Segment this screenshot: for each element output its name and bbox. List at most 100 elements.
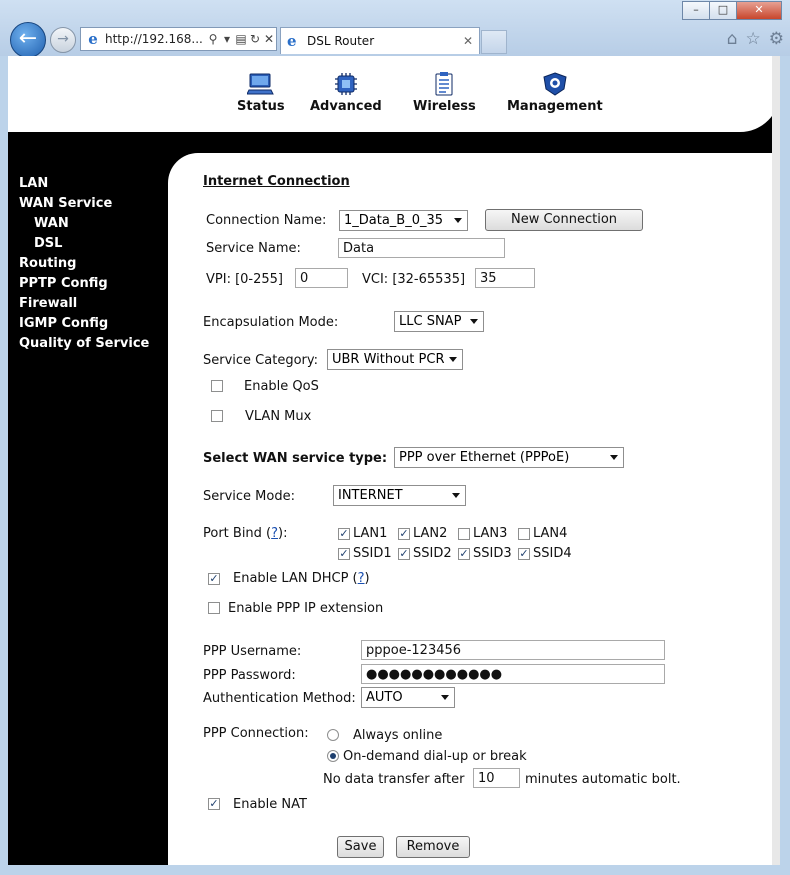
port-ssid1-checkbox[interactable]: ✓ — [338, 548, 350, 560]
vpi-input[interactable] — [295, 268, 348, 288]
close-tab-icon[interactable]: ✕ — [463, 34, 479, 48]
address-url[interactable]: http://192.168... — [105, 32, 206, 46]
port-lan1-label: LAN1 — [353, 526, 388, 541]
vlan-mux-label: VLAN Mux — [245, 409, 312, 424]
save-button[interactable]: Save — [337, 836, 384, 858]
auth-method-value: AUTO — [366, 690, 403, 705]
connection-name-select[interactable]: 1_Data_B_0_35 — [339, 210, 468, 231]
sidebar-item-pptp-config[interactable]: PPTP Config — [19, 276, 108, 291]
auth-method-select[interactable]: AUTO — [361, 687, 455, 708]
chevron-down-icon — [454, 218, 462, 223]
ppp-username-input[interactable] — [361, 640, 665, 660]
port-lan3-label: LAN3 — [473, 526, 508, 541]
toolbar-icons: ⌂ ☆ ⚙ — [727, 29, 784, 49]
browser-tab[interactable]: e DSL Router ✕ — [280, 27, 480, 54]
enable-lan-dhcp-text: Enable LAN DHCP ( — [233, 571, 358, 586]
lan-dhcp-help-link[interactable]: ? — [358, 571, 365, 586]
service-mode-value: INTERNET — [338, 488, 403, 503]
favorites-star-icon[interactable]: ☆ — [746, 29, 761, 49]
maximize-button[interactable]: □ — [709, 1, 737, 20]
refresh-icon[interactable]: ↻ — [248, 32, 262, 46]
page-title: Internet Connection — [203, 174, 350, 189]
sidebar-item-lan[interactable]: LAN — [19, 176, 48, 191]
ppp-password-input[interactable] — [361, 664, 665, 684]
vci-input[interactable] — [475, 268, 535, 288]
port-lan2-checkbox[interactable]: ✓ — [398, 528, 410, 540]
sidebar-item-routing[interactable]: Routing — [19, 256, 76, 271]
sidebar-item-firewall[interactable]: Firewall — [19, 296, 77, 311]
enable-qos-label: Enable QoS — [244, 379, 319, 394]
vlan-mux-checkbox[interactable] — [211, 410, 223, 422]
auth-method-label: Authentication Method: — [203, 691, 356, 706]
dropdown-icon[interactable]: ▾ — [220, 32, 234, 46]
new-tab-button[interactable] — [481, 30, 507, 54]
sidebar-item-dsl[interactable]: DSL — [34, 236, 62, 251]
service-mode-select[interactable]: INTERNET — [333, 485, 466, 506]
port-lan1-checkbox[interactable]: ✓ — [338, 528, 350, 540]
enable-ppp-ip-extension-checkbox[interactable] — [208, 602, 220, 614]
vci-label: VCI: [32-65535] — [362, 272, 466, 287]
chevron-down-icon — [449, 357, 457, 362]
encapsulation-value: LLC SNAP — [399, 314, 462, 329]
ie-icon: e — [88, 30, 98, 48]
chevron-down-icon — [610, 455, 618, 460]
sidebar-item-igmp-config[interactable]: IGMP Config — [19, 316, 108, 331]
port-bind-help-link[interactable]: ? — [271, 526, 278, 541]
port-ssid2-checkbox[interactable]: ✓ — [398, 548, 410, 560]
nav-status[interactable]: Status — [237, 72, 285, 114]
enable-nat-checkbox[interactable]: ✓ — [208, 798, 220, 810]
browser-chrome: – □ ✕ ← → e http://192.168... ⚲ ▾ ▤ ↻ ✕ … — [0, 0, 790, 58]
close-window-button[interactable]: ✕ — [736, 1, 782, 20]
sidebar-item-qos[interactable]: Quality of Service — [19, 336, 149, 351]
service-name-label: Service Name: — [206, 241, 301, 256]
forward-button[interactable]: → — [50, 27, 76, 53]
ie-icon: e — [287, 32, 297, 50]
service-category-label: Service Category: — [203, 353, 318, 368]
enable-nat-label: Enable NAT — [233, 797, 307, 812]
nav-wireless[interactable]: Wireless — [413, 72, 476, 114]
compat-view-icon[interactable]: ▤ — [234, 32, 248, 46]
search-icon[interactable]: ⚲ — [206, 32, 220, 46]
gear-icon[interactable]: ⚙ — [769, 29, 784, 49]
wan-service-type-select[interactable]: PPP over Ethernet (PPPoE) — [394, 447, 624, 468]
enable-lan-dhcp-checkbox[interactable]: ✓ — [208, 573, 220, 585]
port-lan2-label: LAN2 — [413, 526, 448, 541]
port-bind-label: Port Bind (?): — [203, 526, 288, 541]
home-icon[interactable]: ⌂ — [727, 29, 738, 49]
sidebar-item-wan-service[interactable]: WAN Service — [19, 196, 112, 211]
main-content: Internet Connection Connection Name: 1_D… — [168, 153, 780, 865]
connection-name-label: Connection Name: — [206, 213, 327, 228]
stop-icon[interactable]: ✕ — [262, 32, 276, 46]
remove-button[interactable]: Remove — [396, 836, 470, 858]
port-ssid4-checkbox[interactable]: ✓ — [518, 548, 530, 560]
sidebar-item-wan[interactable]: WAN — [34, 216, 69, 231]
address-bar[interactable]: e http://192.168... ⚲ ▾ ▤ ↻ ✕ — [80, 27, 277, 51]
nav-management[interactable]: Management — [507, 72, 603, 114]
service-category-select[interactable]: UBR Without PCR — [327, 349, 463, 370]
vertical-scrollbar[interactable] — [772, 56, 780, 865]
top-navigation: Status Advanced Wireless Management — [8, 56, 780, 132]
sidebar: LAN WAN Service WAN DSL Routing PPTP Con… — [8, 132, 168, 865]
arrow-right-icon: → — [57, 31, 69, 47]
enable-lan-dhcp-label: Enable LAN DHCP (?) — [233, 571, 370, 586]
port-ssid4-label: SSID4 — [533, 546, 572, 561]
back-button[interactable]: ← — [10, 22, 46, 58]
enable-qos-checkbox[interactable] — [211, 380, 223, 392]
idle-timeout-input[interactable] — [473, 768, 520, 788]
on-demand-radio[interactable] — [327, 750, 339, 762]
enable-ppp-ip-extension-label: Enable PPP IP extension — [228, 601, 384, 616]
monitor-icon — [246, 73, 274, 95]
port-lan3-checkbox[interactable] — [458, 528, 470, 540]
encapsulation-select[interactable]: LLC SNAP — [394, 311, 484, 332]
new-connection-button[interactable]: New Connection — [485, 209, 643, 231]
arrow-left-icon: ← — [18, 26, 38, 51]
service-name-input[interactable] — [338, 238, 505, 258]
port-lan4-checkbox[interactable] — [518, 528, 530, 540]
always-online-radio[interactable] — [327, 729, 339, 741]
port-ssid3-checkbox[interactable]: ✓ — [458, 548, 470, 560]
always-online-label: Always online — [353, 728, 443, 743]
nav-advanced[interactable]: Advanced — [310, 72, 382, 114]
port-bind-label-suffix: ): — [278, 526, 288, 541]
minimize-button[interactable]: – — [682, 1, 710, 20]
ppp-username-label: PPP Username: — [203, 644, 302, 659]
